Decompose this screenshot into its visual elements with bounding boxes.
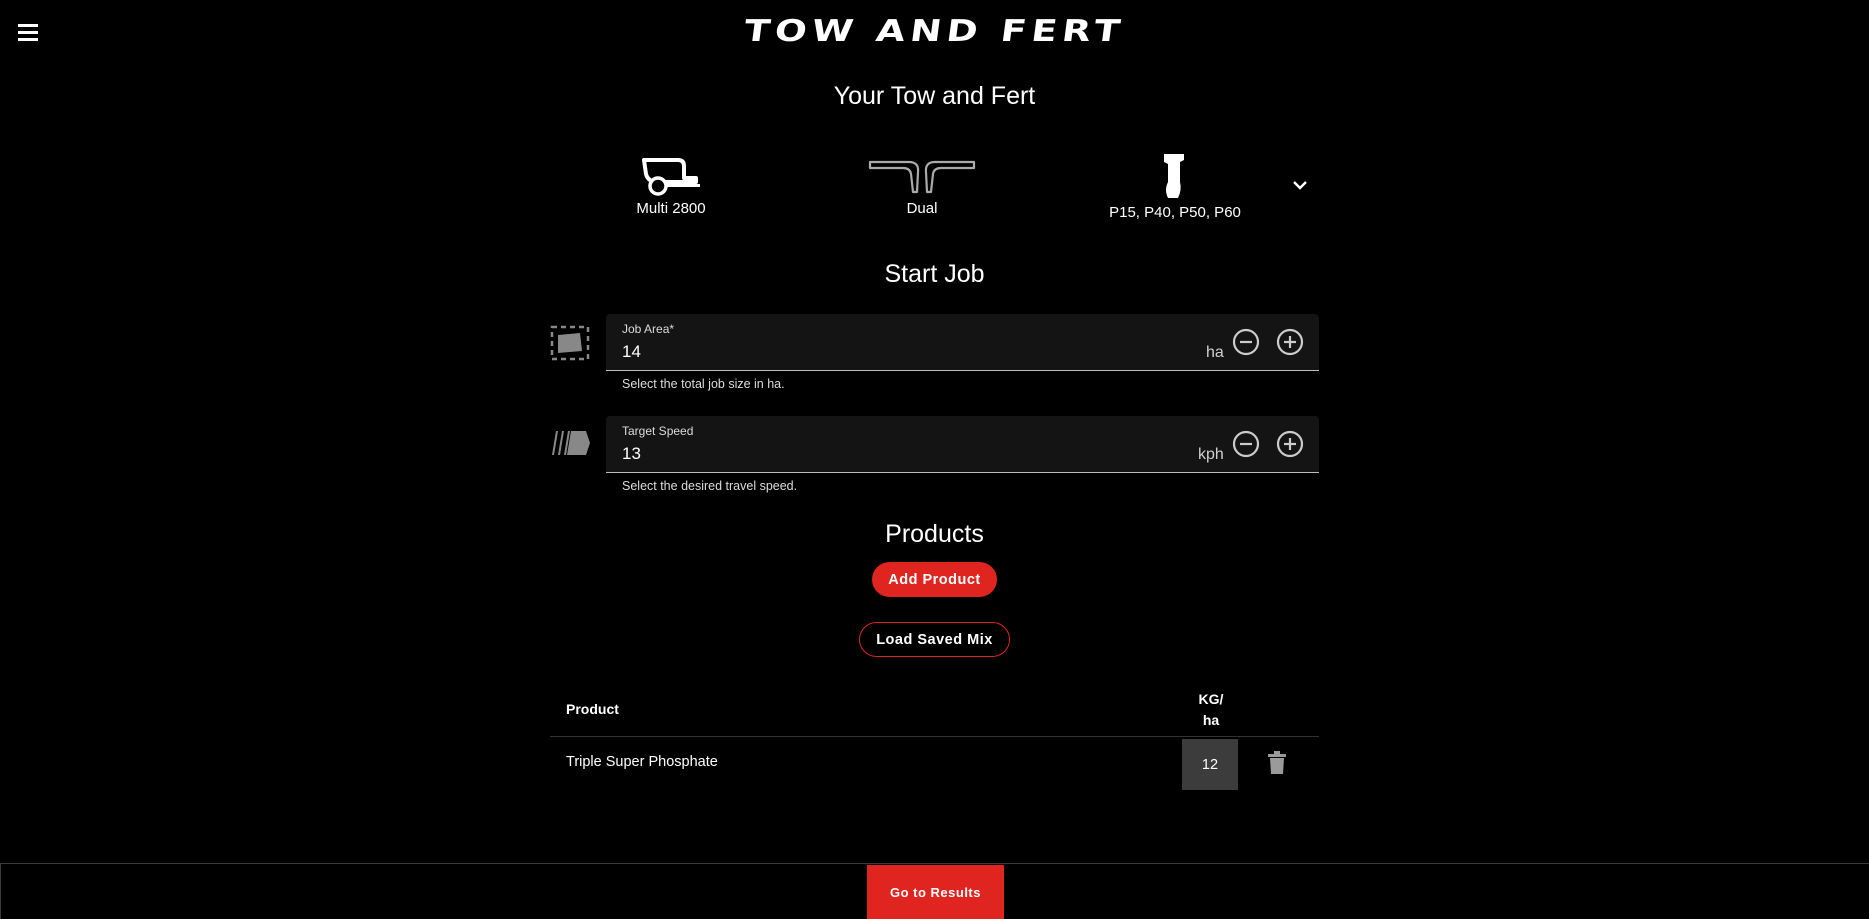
- product-name: Triple Super Phosphate: [566, 754, 718, 770]
- cart-icon: [642, 158, 700, 196]
- target-speed-field[interactable]: Target Speed 13 kph: [606, 416, 1319, 473]
- app-root: TOW AND FERT Your Tow and Fert Multi 280…: [0, 0, 1869, 919]
- go-to-results-button[interactable]: Go to Results: [867, 865, 1004, 919]
- job-area-field[interactable]: Job Area* 14 ha: [606, 314, 1319, 371]
- column-rate-line2: ha: [1202, 712, 1220, 728]
- equipment-cart-label: Multi 2800: [636, 200, 706, 217]
- job-area-decrement-button[interactable]: [1232, 328, 1260, 356]
- target-speed-increment-button[interactable]: [1276, 430, 1304, 458]
- column-rate-line1: KG/: [1198, 691, 1224, 707]
- target-speed-decrement-button[interactable]: [1232, 430, 1260, 458]
- job-area-hint: Select the total job size in ha.: [622, 377, 785, 391]
- job-area-increment-button[interactable]: [1276, 328, 1304, 356]
- speed-icon: [552, 431, 590, 455]
- dual-outlet-icon: [868, 160, 976, 194]
- column-product: Product: [566, 701, 619, 717]
- target-speed-hint: Select the desired travel speed.: [622, 479, 798, 493]
- equipment-outlet[interactable]: Dual: [862, 158, 982, 217]
- products-table-header: Product KG/ ha: [550, 680, 1319, 737]
- products-title: Products: [885, 520, 984, 548]
- load-saved-mix-button[interactable]: Load Saved Mix: [859, 622, 1010, 657]
- target-speed-label: Target Speed: [622, 424, 694, 438]
- footer-bar: Go to Results: [0, 863, 1869, 919]
- field-area-icon: [550, 325, 590, 361]
- brand-logo: TOW AND FERT: [741, 14, 1128, 49]
- target-speed-input[interactable]: 13: [622, 444, 641, 464]
- config-title: Your Tow and Fert: [833, 82, 1036, 110]
- equipment-tine-label: P15, P40, P50, P60: [1109, 204, 1241, 221]
- products-table: Product KG/ ha Triple Super Phosphate 12: [550, 680, 1319, 790]
- delete-icon[interactable]: [1266, 751, 1288, 775]
- chevron-down-icon[interactable]: [1290, 175, 1310, 195]
- target-speed-unit: kph: [1198, 446, 1224, 463]
- table-row: Triple Super Phosphate 12: [550, 737, 1319, 790]
- column-rate: KG/ ha: [1191, 689, 1231, 731]
- product-rate-input[interactable]: 12: [1182, 739, 1238, 790]
- start-job-title: Start Job: [884, 260, 985, 288]
- equipment-outlet-label: Dual: [906, 200, 938, 217]
- job-area-label: Job Area*: [622, 322, 675, 336]
- equipment-tine[interactable]: P15, P40, P50, P60: [1100, 152, 1250, 221]
- tine-icon: [1164, 154, 1184, 198]
- add-product-button[interactable]: Add Product: [872, 562, 997, 597]
- job-area-unit: ha: [1206, 344, 1224, 361]
- equipment-cart[interactable]: Multi 2800: [620, 156, 722, 217]
- job-area-input[interactable]: 14: [622, 342, 641, 362]
